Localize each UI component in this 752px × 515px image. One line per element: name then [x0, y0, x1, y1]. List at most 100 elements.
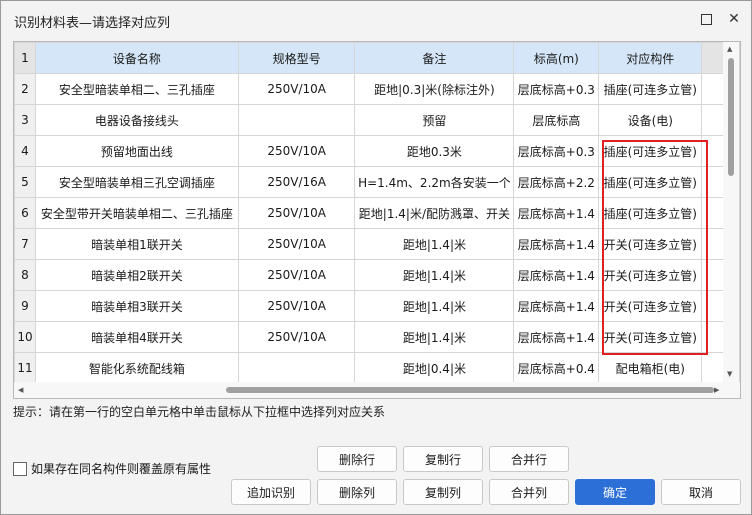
table-cell[interactable]: 电器设备接线头	[34, 104, 239, 136]
table-cell[interactable]: 暗装单相3联开关	[34, 290, 239, 322]
table-cell[interactable]: 250V/10A	[237, 290, 356, 322]
row-number[interactable]: 2	[14, 73, 36, 105]
vertical-scrollbar[interactable]: ▲ ▼	[723, 42, 739, 382]
table-cell[interactable]: 层底标高+1.4	[513, 228, 600, 260]
table-cell[interactable]: 开关(可连多立管)	[598, 321, 703, 353]
table-cell[interactable]	[237, 352, 356, 384]
table-cell[interactable]: H=1.4m、2.2m各安装一个	[354, 166, 515, 198]
table-cell[interactable]: 安全型暗装单相二、三孔插座	[34, 73, 239, 105]
row-number[interactable]: 7	[14, 228, 36, 260]
table-cell[interactable]: 开关(可连多立管)	[598, 228, 703, 260]
table-row: 3 电器设备接线头 预留 层底标高 设备(电)	[14, 104, 740, 136]
table-cell[interactable]: 层底标高+0.3	[513, 73, 600, 105]
row-number[interactable]: 4	[14, 135, 36, 167]
table-cell[interactable]: 层底标高+1.4	[513, 290, 600, 322]
ok-button[interactable]: 确定	[575, 479, 655, 505]
row-number[interactable]: 11	[14, 352, 36, 384]
table-cell[interactable]: 开关(可连多立管)	[598, 259, 703, 291]
table-cell[interactable]: 安全型带开关暗装单相二、三孔插座	[34, 197, 239, 229]
table-cell[interactable]: 层底标高+1.4	[513, 197, 600, 229]
row-number[interactable]: 3	[14, 104, 36, 136]
table-cell[interactable]: 距地|1.4|米	[354, 259, 515, 291]
table-cell[interactable]: 层底标高	[513, 104, 600, 136]
delete-row-button[interactable]: 删除行	[317, 446, 397, 472]
table-cell[interactable]: 距地|1.4|米	[354, 228, 515, 260]
column-header[interactable]: 规格型号	[237, 42, 356, 74]
overwrite-checkbox[interactable]: 如果存在同名构件则覆盖原有属性	[13, 460, 211, 477]
table-header-row: 1 设备名称 规格型号 备注 标高(m) 对应构件	[14, 42, 740, 74]
table-cell[interactable]: 设备(电)	[598, 104, 703, 136]
merge-row-button[interactable]: 合并行	[489, 446, 569, 472]
maximize-button[interactable]	[693, 7, 719, 31]
hint-text: 提示：请在第一行的空白单元格中单击鼠标从下拉框中选择列对应关系	[13, 405, 386, 419]
vertical-scroll-thumb[interactable]	[728, 58, 734, 176]
table-cell[interactable]: 配电箱柜(电)	[598, 352, 703, 384]
close-button[interactable]: ✕	[721, 7, 747, 31]
table-cell[interactable]: 距地0.3米	[354, 135, 515, 167]
table-cell[interactable]: 250V/10A	[237, 228, 356, 260]
checkbox-label: 如果存在同名构件则覆盖原有属性	[31, 462, 212, 476]
maximize-icon	[700, 13, 712, 25]
table-cell[interactable]: 插座(可连多立管)	[598, 166, 703, 198]
table-row: 10 暗装单相4联开关 250V/10A 距地|1.4|米 层底标高+1.4 开关(可连多…	[14, 321, 740, 353]
scroll-left-icon[interactable]: ◀	[18, 386, 23, 394]
table-cell[interactable]: 预留	[354, 104, 515, 136]
table-row: 2 安全型暗装单相二、三孔插座 250V/10A 距地|0.3|米(除标注外) 层底标高…	[14, 73, 740, 105]
table-cell[interactable]: 层底标高+1.4	[513, 259, 600, 291]
table-cell[interactable]: 层底标高+2.2	[513, 166, 600, 198]
scroll-right-icon[interactable]: ▶	[714, 386, 719, 394]
table-cell[interactable]: 暗装单相1联开关	[34, 228, 239, 260]
table-cell[interactable]: 插座(可连多立管)	[598, 73, 703, 105]
table-cell[interactable]: 250V/16A	[237, 166, 356, 198]
copy-row-button[interactable]: 复制行	[403, 446, 483, 472]
horizontal-scroll-thumb[interactable]	[226, 387, 714, 393]
table-cell[interactable]: 距地|0.3|米(除标注外)	[354, 73, 515, 105]
table-row: 5 安全型暗装单相三孔空调插座 250V/16A H=1.4m、2.2m各安装一个 层底…	[14, 166, 740, 198]
row-number[interactable]: 6	[14, 197, 36, 229]
copy-column-button[interactable]: 复制列	[403, 479, 483, 505]
column-header[interactable]: 设备名称	[34, 42, 239, 74]
table-cell[interactable]: 插座(可连多立管)	[598, 135, 703, 167]
table-cell[interactable]: 距地|1.4|米/配防溅罩、开关	[354, 197, 515, 229]
scroll-up-icon[interactable]: ▲	[727, 45, 732, 53]
table-cell[interactable]: 250V/10A	[237, 259, 356, 291]
row-number[interactable]: 8	[14, 259, 36, 291]
table-cell[interactable]: 距地|0.4|米	[354, 352, 515, 384]
table-cell[interactable]: 250V/10A	[237, 135, 356, 167]
table-row: 9 暗装单相3联开关 250V/10A 距地|1.4|米 层底标高+1.4 开关(可连多立…	[14, 290, 740, 322]
table-cell[interactable]: 插座(可连多立管)	[598, 197, 703, 229]
row-number[interactable]: 5	[14, 166, 36, 198]
window-title: 识别材料表—请选择对应列	[14, 16, 171, 31]
table-cell[interactable]: 安全型暗装单相三孔空调插座	[34, 166, 239, 198]
table-cell[interactable]: 层底标高+1.4	[513, 321, 600, 353]
append-recognize-button[interactable]: 追加识别	[231, 479, 311, 505]
checkbox-box[interactable]	[13, 461, 27, 476]
material-table-container: 1 设备名称 规格型号 备注 标高(m) 对应构件 2 安全型暗装单相二、三孔插座 250V/1…	[13, 41, 741, 399]
column-header[interactable]: 对应构件	[598, 42, 703, 74]
close-icon: ✕	[728, 11, 740, 27]
table-cell[interactable]: 智能化系统配线箱	[34, 352, 239, 384]
table-cell[interactable]: 250V/10A	[237, 73, 356, 105]
table-cell[interactable]: 250V/10A	[237, 321, 356, 353]
table-cell[interactable]: 暗装单相4联开关	[34, 321, 239, 353]
table-cell[interactable]: 暗装单相2联开关	[34, 259, 239, 291]
table-cell[interactable]	[237, 104, 356, 136]
horizontal-scrollbar[interactable]: ◀ ▶	[14, 382, 740, 398]
scroll-down-icon[interactable]: ▼	[727, 370, 732, 378]
table-cell[interactable]: 距地|1.4|米	[354, 321, 515, 353]
table-cell[interactable]: 距地|1.4|米	[354, 290, 515, 322]
table-cell[interactable]: 开关(可连多立管)	[598, 290, 703, 322]
table-cell[interactable]: 250V/10A	[237, 197, 356, 229]
column-header[interactable]: 备注	[354, 42, 515, 74]
merge-column-button[interactable]: 合并列	[489, 479, 569, 505]
delete-column-button[interactable]: 删除列	[317, 479, 397, 505]
row-number[interactable]: 10	[14, 321, 36, 353]
row-number[interactable]: 9	[14, 290, 36, 322]
title-bar: 识别材料表—请选择对应列 ✕	[1, 1, 751, 37]
table-cell[interactable]: 层底标高+0.4	[513, 352, 600, 384]
table-row: 8 暗装单相2联开关 250V/10A 距地|1.4|米 层底标高+1.4 开关(可连多立…	[14, 259, 740, 291]
table-cell[interactable]: 层底标高+0.3	[513, 135, 600, 167]
table-cell[interactable]: 预留地面出线	[34, 135, 239, 167]
cancel-button[interactable]: 取消	[661, 479, 741, 505]
column-header[interactable]: 标高(m)	[513, 42, 600, 74]
